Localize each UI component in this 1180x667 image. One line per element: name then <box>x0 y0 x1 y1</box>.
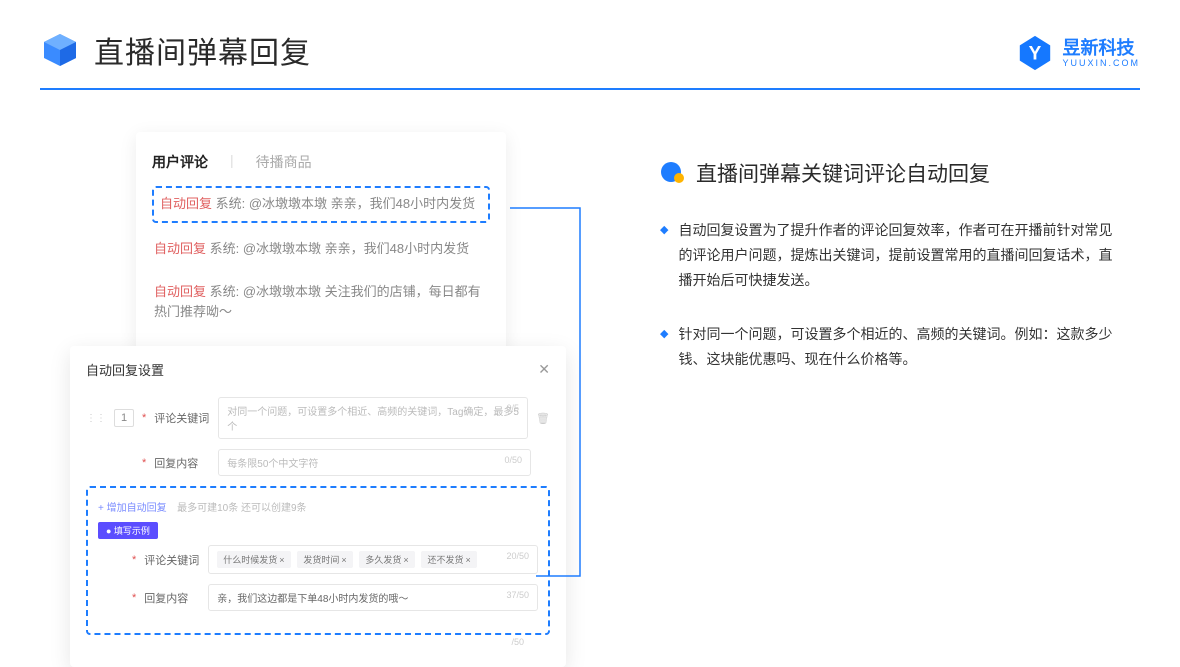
brand-name: 昱新科技 <box>1062 39 1140 57</box>
auto-reply-settings-card: 自动回复设置 ✕ ⋮⋮ 1 * 评论关键词 对同一个问题，可设置多个相近、高频的… <box>70 346 566 667</box>
tab-pending-goods[interactable]: 待播商品 <box>256 152 312 172</box>
diamond-icon: ◆ <box>660 322 668 372</box>
outer-counter: /50 <box>86 637 550 647</box>
tag-chip[interactable]: 发货时间× <box>297 551 352 568</box>
close-icon[interactable]: ✕ <box>538 361 550 378</box>
drag-handle-icon[interactable]: ⋮⋮ <box>86 413 106 424</box>
tab-user-comments[interactable]: 用户评论 <box>152 152 208 172</box>
section-title: 直播间弹幕关键词评论自动回复 <box>696 158 990 188</box>
content-counter: 0/50 <box>504 455 522 465</box>
content-row: * 回复内容 每条限50个中文字符 0/50 <box>86 449 550 476</box>
ex-content-counter: 37/50 <box>506 590 529 600</box>
page-header: 直播间弹幕回复 Y 昱新科技 YUUXIN.COM <box>0 0 1180 72</box>
content-label: 回复内容 <box>154 455 210 471</box>
example-keyword-row: * 评论关键词 什么时候发货× 发货时间× 多久发货× 还不发货× 20/50 <box>98 545 538 574</box>
ex-keyword-counter: 20/50 <box>506 551 529 561</box>
example-content-row: * 回复内容 亲，我们这边都是下单48小时内发货的哦～ 37/50 <box>98 584 538 611</box>
brand-url: YUUXIN.COM <box>1062 59 1140 68</box>
comment-row: 自动回复 系统: @冰墩墩本墩 关注我们的店铺，每日都有热门推荐呦～ <box>152 276 490 330</box>
comment-row-highlighted: 自动回复 系统: @冰墩墩本墩 亲亲，我们48小时内发货 <box>152 186 490 223</box>
comment-text-1: 系统: @冰墩墩本墩 亲亲，我们48小时内发货 <box>216 196 476 211</box>
keyword-counter: 0/5 <box>507 403 520 413</box>
content-input[interactable]: 每条限50个中文字符 0/50 <box>218 449 531 476</box>
auto-reply-tag: 自动回复 <box>154 241 206 256</box>
diamond-icon: ◆ <box>660 218 668 294</box>
keyword-input[interactable]: 对同一个问题，可设置多个相近、高频的关键词，Tag确定，最多5个 0/5 <box>218 397 528 439</box>
auto-reply-tag: 自动回复 <box>160 196 212 211</box>
bullet-text-1: 自动回复设置为了提升作者的评论回复效率，作者可在开播前针对常见的评论用户问题，提… <box>678 218 1120 294</box>
cube-icon <box>40 30 80 70</box>
comment-tabs: 用户评论 | 待播商品 <box>152 152 490 172</box>
mockup-panel: 用户评论 | 待播商品 自动回复 系统: @冰墩墩本墩 亲亲，我们48小时内发货… <box>70 132 590 400</box>
description-panel: 直播间弹幕关键词评论自动回复 ◆ 自动回复设置为了提升作者的评论回复效率，作者可… <box>590 132 1140 400</box>
example-keyword-input[interactable]: 什么时候发货× 发货时间× 多久发货× 还不发货× 20/50 <box>208 545 538 574</box>
ex-content-label: 回复内容 <box>144 590 200 606</box>
comments-card: 用户评论 | 待播商品 自动回复 系统: @冰墩墩本墩 亲亲，我们48小时内发货… <box>136 132 506 357</box>
add-auto-reply-link[interactable]: + 增加自动回复 <box>98 503 167 514</box>
required-star: * <box>132 592 136 604</box>
bullet-item: ◆ 自动回复设置为了提升作者的评论回复效率，作者可在开播前针对常见的评论用户问题… <box>660 218 1140 294</box>
svg-text:Y: Y <box>1029 44 1042 65</box>
comment-row: 自动回复 系统: @冰墩墩本墩 亲亲，我们48小时内发货 <box>152 233 490 266</box>
delete-icon[interactable]: 🗑 <box>536 412 550 425</box>
header-divider <box>40 88 1140 90</box>
add-hint: 最多可建10条 还可以创建9条 <box>177 503 306 514</box>
keyword-label: 评论关键词 <box>154 410 210 426</box>
tag-chip[interactable]: 什么时候发货× <box>217 551 290 568</box>
keyword-row: ⋮⋮ 1 * 评论关键词 对同一个问题，可设置多个相近、高频的关键词，Tag确定… <box>86 397 550 439</box>
example-content-input[interactable]: 亲，我们这边都是下单48小时内发货的哦～ 37/50 <box>208 584 538 611</box>
example-highlight-box: + 增加自动回复 最多可建10条 还可以创建9条 ● 填写示例 * 评论关键词 … <box>86 486 550 635</box>
required-star: * <box>132 554 136 566</box>
comment-text-2: 系统: @冰墩墩本墩 亲亲，我们48小时内发货 <box>210 241 470 256</box>
brand-logo: Y 昱新科技 YUUXIN.COM <box>1016 34 1140 72</box>
required-star: * <box>142 457 146 469</box>
page-title: 直播间弹幕回复 <box>94 28 311 72</box>
tag-chip[interactable]: 多久发货× <box>359 551 414 568</box>
order-number: 1 <box>114 409 134 427</box>
settings-title: 自动回复设置 <box>86 360 164 379</box>
bullet-text-2: 针对同一个问题，可设置多个相近的、高频的关键词。例如：这款多少钱、这块能优惠吗、… <box>678 322 1120 372</box>
brand-icon: Y <box>1016 34 1054 72</box>
tab-separator: | <box>230 152 234 172</box>
ex-keyword-label: 评论关键词 <box>144 552 200 568</box>
section-bullet-icon <box>660 160 686 186</box>
tag-chip[interactable]: 还不发货× <box>421 551 476 568</box>
example-badge: ● 填写示例 <box>98 522 158 539</box>
required-star: * <box>142 412 146 424</box>
bullet-item: ◆ 针对同一个问题，可设置多个相近的、高频的关键词。例如：这款多少钱、这块能优惠… <box>660 322 1140 372</box>
auto-reply-tag: 自动回复 <box>154 284 206 299</box>
